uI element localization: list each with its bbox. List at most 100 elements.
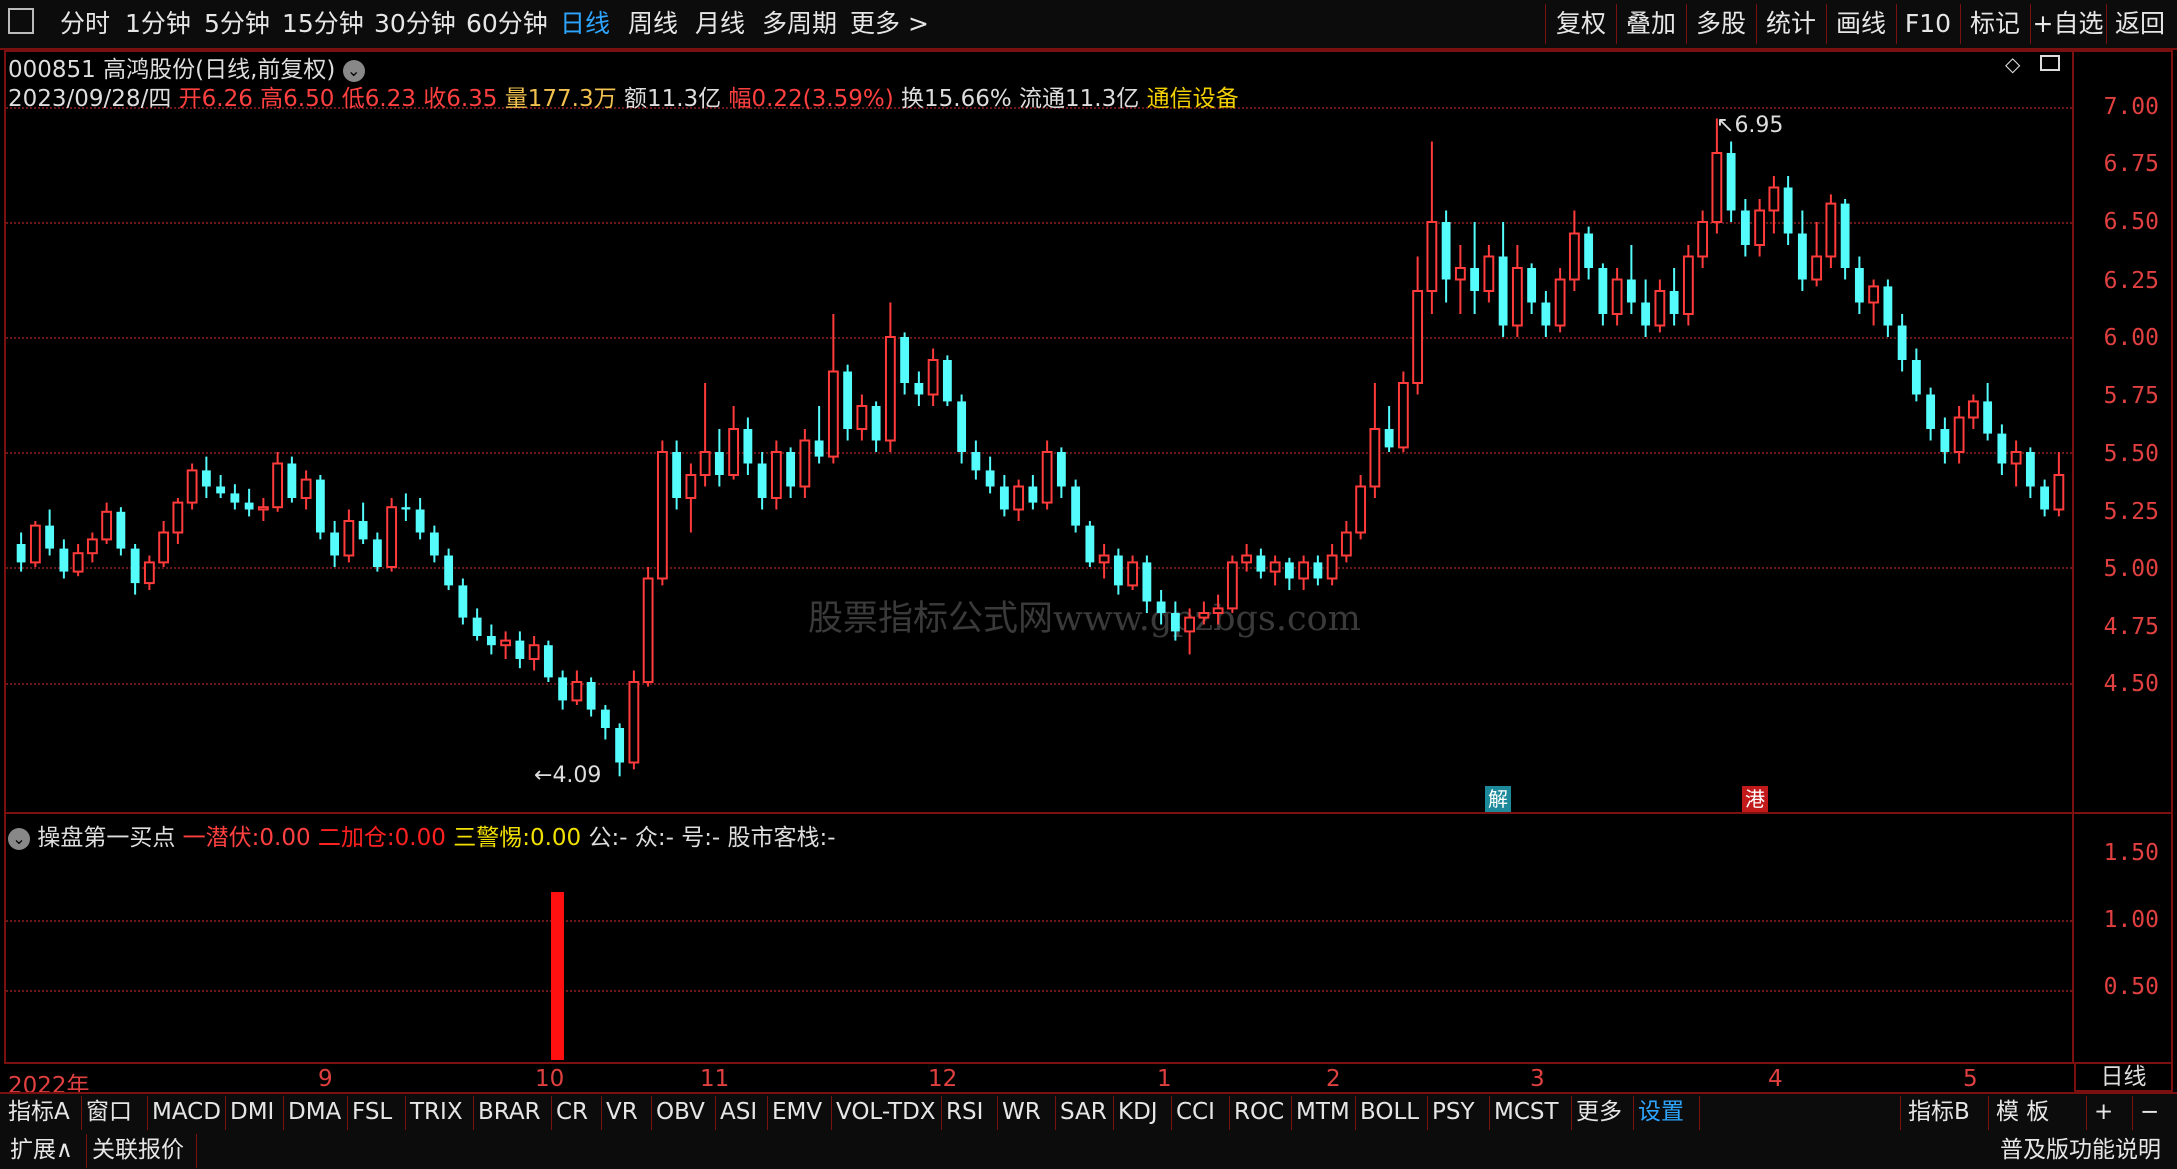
candle[interactable] (486, 624, 496, 655)
candle[interactable] (272, 452, 284, 512)
candle[interactable] (1926, 387, 1936, 441)
candle[interactable] (1470, 222, 1480, 314)
expand-button[interactable]: 扩展∧ (10, 1134, 73, 1166)
candle[interactable] (1783, 176, 1793, 245)
candle[interactable] (1384, 406, 1394, 452)
indicator-tab[interactable]: 更多 (1576, 1096, 1622, 1128)
candle[interactable] (1811, 222, 1823, 287)
candle[interactable] (1697, 210, 1709, 269)
candle[interactable] (1726, 141, 1736, 223)
candle[interactable] (1626, 245, 1636, 314)
candle[interactable] (1840, 199, 1850, 280)
candle[interactable] (1554, 268, 1566, 333)
candle[interactable] (1754, 199, 1766, 257)
candle[interactable] (1071, 479, 1081, 533)
candle[interactable] (1584, 226, 1594, 280)
candle[interactable] (1326, 544, 1338, 586)
help-link[interactable]: 普及版功能说明 (2000, 1134, 2161, 1166)
candle[interactable] (1412, 256, 1424, 395)
candle[interactable] (2053, 452, 2065, 517)
indicator-tab[interactable]: MCST (1494, 1096, 1559, 1128)
candle[interactable] (558, 670, 568, 710)
candle[interactable] (1170, 601, 1180, 641)
candle[interactable] (1142, 555, 1152, 614)
indicator-b-button[interactable]: 指标B (1908, 1096, 1970, 1128)
candle[interactable] (59, 539, 69, 579)
candle[interactable] (1967, 394, 1979, 430)
event-tag-gang[interactable]: 港 (1742, 786, 1768, 812)
indicator-tab[interactable]: WR (1002, 1096, 1041, 1128)
candle[interactable] (628, 670, 640, 770)
candle[interactable] (16, 532, 26, 572)
candle[interactable] (300, 470, 312, 510)
candle[interactable] (358, 502, 368, 544)
candle[interactable] (1983, 383, 1993, 441)
candle[interactable] (971, 440, 981, 480)
indicator-tab[interactable]: 指标A (8, 1096, 70, 1128)
candle[interactable] (1156, 590, 1166, 625)
candle[interactable] (1498, 222, 1508, 337)
candle[interactable] (186, 463, 198, 510)
candle[interactable] (856, 394, 868, 441)
period-60min[interactable]: 60分钟 (466, 6, 548, 42)
candle[interactable] (1541, 291, 1551, 337)
candle[interactable] (244, 488, 254, 517)
indicator-tab[interactable]: 窗口 (86, 1096, 132, 1128)
candle[interactable] (985, 456, 995, 494)
candle[interactable] (458, 578, 468, 625)
candle[interactable] (444, 548, 454, 590)
indicator-tab[interactable]: FSL (352, 1096, 392, 1128)
mark-button[interactable]: 标记 (1962, 6, 2028, 42)
candlestick-chart[interactable] (6, 52, 2072, 812)
indicator-name[interactable]: 操盘第一买点 (37, 825, 175, 851)
multi-stock-button[interactable]: 多股 (1688, 6, 1754, 42)
indicator-tab[interactable]: CCI (1176, 1096, 1215, 1128)
add-watchlist-button[interactable]: +自选 (2032, 6, 2104, 42)
template-button[interactable]: 模 板 (1996, 1096, 2049, 1128)
candle[interactable] (201, 456, 211, 498)
candle[interactable] (743, 417, 753, 476)
candle[interactable] (1825, 194, 1837, 268)
indicator-tab[interactable]: ROC (1234, 1096, 1284, 1128)
candle[interactable] (1397, 371, 1409, 453)
candle[interactable] (571, 670, 583, 706)
candle[interactable] (827, 314, 839, 464)
candle[interactable] (158, 521, 170, 567)
indicator-tab[interactable]: RSI (946, 1096, 983, 1128)
candle[interactable] (672, 440, 682, 510)
candle[interactable] (1953, 406, 1965, 464)
related-quote-button[interactable]: 关联报价 (92, 1134, 184, 1166)
candle[interactable] (1611, 268, 1623, 326)
f10-button[interactable]: F10 (1898, 6, 1958, 42)
candle[interactable] (843, 364, 853, 441)
indicator-tab[interactable]: VR (606, 1096, 638, 1128)
candle[interactable] (1641, 279, 1651, 338)
candle[interactable] (528, 636, 540, 671)
event-tag-jie[interactable]: 解 (1485, 786, 1511, 812)
candle[interactable] (2040, 479, 2050, 517)
candle[interactable] (1426, 141, 1438, 315)
candle[interactable] (699, 383, 711, 487)
candle[interactable] (1598, 263, 1608, 326)
candle[interactable] (999, 475, 1009, 517)
indicator-tab[interactable]: MTM (1296, 1096, 1350, 1128)
candle[interactable] (1768, 176, 1780, 234)
candle[interactable] (315, 475, 325, 540)
candle[interactable] (1241, 544, 1253, 572)
candle[interactable] (500, 631, 512, 659)
candle[interactable] (1313, 555, 1323, 586)
candle[interactable] (1041, 440, 1053, 510)
candle[interactable] (401, 493, 411, 521)
candle[interactable] (871, 401, 881, 452)
candle[interactable] (757, 452, 767, 510)
zoom-out-button[interactable]: − (2140, 1096, 2159, 1128)
candle[interactable] (1184, 608, 1196, 655)
indicator-tab[interactable]: 设置 (1638, 1096, 1684, 1128)
period-1min[interactable]: 1分钟 (125, 6, 191, 42)
indicator-tab[interactable]: OBV (656, 1096, 705, 1128)
period-15min[interactable]: 15分钟 (282, 6, 364, 42)
candle[interactable] (1127, 555, 1139, 591)
candle[interactable] (116, 507, 126, 556)
indicator-tab[interactable]: BRAR (478, 1096, 541, 1128)
period-daily[interactable]: 日线 (560, 6, 610, 42)
